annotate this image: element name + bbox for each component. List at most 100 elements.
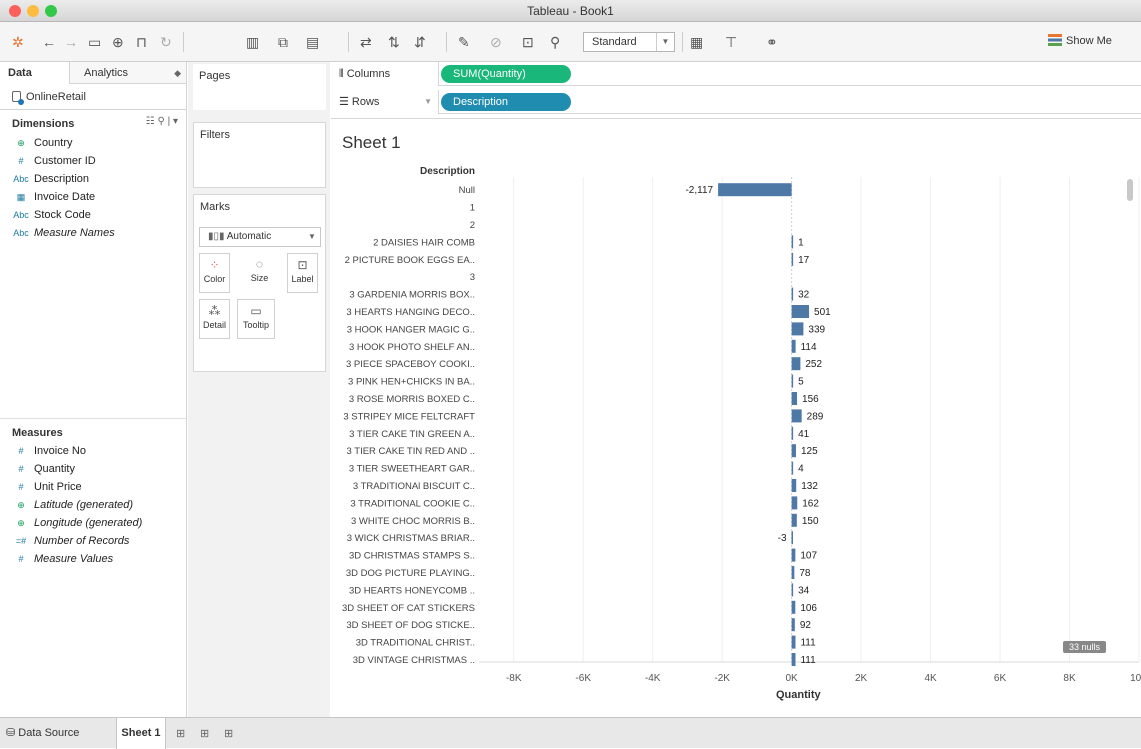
bar — [791, 252, 794, 266]
zoom-window-button[interactable] — [45, 5, 57, 17]
chevron-updown-icon: ◆ — [174, 68, 181, 78]
nulls-indicator[interactable]: 33 nulls — [1063, 641, 1107, 653]
clear-sheet-icon[interactable]: ▤ — [306, 34, 319, 50]
bar — [791, 600, 796, 614]
columns-shelf[interactable]: ⫴ Columns SUM(Quantity) — [331, 62, 1141, 86]
redo-icon[interactable]: → — [64, 34, 78, 50]
duplicate-sheet-icon[interactable]: ⧉ — [278, 34, 288, 50]
undo-icon[interactable]: ← — [42, 34, 56, 50]
save-icon[interactable]: ▭ — [88, 34, 101, 50]
number-type-icon: # — [18, 156, 24, 166]
bar — [791, 461, 794, 475]
new-story-icon[interactable]: ⊞ — [224, 727, 233, 740]
tableau-logo-icon[interactable]: ✲ — [12, 34, 24, 50]
row-header-label: 2 PICTURE BOOK EGGS EA.. — [345, 255, 475, 266]
show-cards-icon[interactable]: ▦ — [690, 34, 703, 50]
cards-pane: Pages Filters Marks ▮▯▮ Automatic ▼ ⁘ Colo… — [188, 62, 330, 717]
measure-field[interactable]: # Invoice No — [0, 442, 186, 460]
datasource-item[interactable]: OnlineRetail — [0, 84, 186, 110]
vertical-scrollbar[interactable] — [1127, 179, 1133, 201]
dimension-field[interactable]: # Customer ID — [0, 152, 186, 170]
measure-field[interactable]: # Unit Price — [0, 478, 186, 496]
pages-card[interactable]: Pages — [193, 64, 326, 110]
x-tick-label: 2K — [855, 673, 868, 684]
measure-field[interactable]: ⊕ Latitude (generated) — [0, 496, 186, 514]
row-header-label: 3 GARDENIA MORRIS BOX.. — [349, 290, 475, 301]
dimension-field-label: Customer ID — [34, 155, 96, 167]
dimension-field-label: Measure Names — [34, 227, 115, 239]
tab-analytics[interactable]: Analytics ◆ — [70, 62, 187, 84]
date-type-icon: ▦ — [16, 192, 26, 202]
mark-type-select[interactable]: ▮▯▮ Automatic ▼ — [199, 227, 321, 247]
tab-data[interactable]: Data — [0, 62, 70, 84]
show-labels-icon[interactable]: ⊡ — [522, 34, 534, 50]
dimensions-list: ⊕ Country # Customer ID Abc Description ▦ Invoi… — [0, 134, 186, 242]
group-icon[interactable]: ⊘ — [490, 34, 502, 50]
new-data-source-icon[interactable]: ⊕ — [112, 34, 124, 50]
rows-pill[interactable]: Description — [441, 93, 571, 111]
measure-field[interactable]: # Quantity — [0, 460, 186, 478]
data-label: 156 — [802, 394, 819, 405]
sort-ascending-icon[interactable]: ⇅ — [388, 34, 400, 50]
string-type-icon: Abc — [13, 174, 29, 184]
fix-axes-icon[interactable]: ⚲ — [550, 34, 560, 50]
tooltip-button[interactable]: ▭ Tooltip — [237, 299, 275, 339]
dimension-field[interactable]: Abc Measure Names — [0, 224, 186, 242]
row-header-label: 2 — [470, 220, 475, 231]
bar — [791, 287, 794, 301]
mark-type-value: Automatic — [226, 231, 272, 242]
detail-button[interactable]: ⁂ Detail — [199, 299, 230, 339]
share-icon[interactable]: ⚭ — [766, 34, 778, 50]
row-header-label: 3 TRADITIONAl BISCUIT C.. — [353, 481, 475, 492]
row-header-label: 3 WHITE CHOC MORRIS B.. — [351, 516, 475, 527]
swap-rows-columns-icon[interactable]: ⇄ — [360, 34, 372, 50]
refresh-icon[interactable]: ↻ — [160, 34, 172, 50]
pages-title: Pages — [199, 70, 231, 82]
measures-list: # Invoice No # Quantity # Unit Price ⊕ Latitude… — [0, 442, 186, 568]
dimension-field-label: Description — [34, 173, 90, 185]
sort-descending-icon[interactable]: ⇵ — [414, 34, 426, 50]
marks-title: Marks — [200, 201, 230, 213]
bar — [791, 374, 794, 388]
globe-type-icon: ⊕ — [17, 518, 25, 528]
filters-card[interactable]: Filters — [193, 122, 326, 188]
sheet-1-tab[interactable]: Sheet 1 — [116, 718, 166, 749]
close-window-button[interactable] — [9, 5, 21, 17]
dimension-field[interactable]: Abc Stock Code — [0, 206, 186, 224]
fit-select[interactable]: Standard ▼ — [583, 32, 675, 52]
label-button[interactable]: ⊡ Label — [287, 253, 318, 293]
dimension-field[interactable]: ⊕ Country — [0, 134, 186, 152]
dimension-field[interactable]: Abc Description — [0, 170, 186, 188]
pause-updates-icon[interactable]: ⊓ — [136, 34, 147, 50]
size-button[interactable]: ◌ Size — [244, 253, 275, 293]
data-label: 150 — [802, 516, 819, 527]
row-header-label: 3 PIECE SPACEBOY COOKI.. — [346, 359, 475, 370]
data-source-tab[interactable]: ⛁ Data Source — [6, 726, 79, 739]
bar — [791, 566, 795, 579]
presentation-mode-icon[interactable]: ⊤ — [725, 34, 737, 50]
x-tick-label: 6K — [994, 673, 1007, 684]
measure-field[interactable]: =# Number of Records — [0, 532, 186, 550]
detail-label: Detail — [202, 320, 226, 330]
data-label: -3 — [778, 533, 787, 544]
dimension-field-label: Invoice Date — [34, 191, 96, 203]
new-dashboard-icon[interactable]: ⊞ — [200, 727, 209, 740]
measure-field[interactable]: # Measure Values — [0, 550, 186, 568]
color-button[interactable]: ⁘ Color — [199, 253, 230, 293]
search-icon[interactable]: ☷ ⚲ | ▾ — [146, 116, 178, 127]
measure-field-label: Measure Values — [34, 553, 114, 565]
minimize-window-button[interactable] — [27, 5, 39, 17]
new-worksheet-icon[interactable]: ⊞ — [176, 727, 185, 740]
row-header-label: 3D HEARTS HONEYCOMB .. — [349, 585, 475, 596]
show-me-button[interactable]: Show Me — [1048, 34, 1112, 47]
bar — [791, 513, 797, 527]
measure-field[interactable]: ⊕ Longitude (generated) — [0, 514, 186, 532]
highlight-icon[interactable]: ✎ — [458, 34, 470, 50]
row-header-label: 3D CHRISTMAS STAMPS S.. — [349, 551, 475, 562]
columns-pill[interactable]: SUM(Quantity) — [441, 65, 571, 83]
row-header-label: 3 HEARTS HANGING DECO.. — [346, 307, 475, 318]
new-worksheet-icon[interactable]: ▥ — [246, 34, 259, 50]
dimension-field[interactable]: ▦ Invoice Date — [0, 188, 186, 206]
bar — [791, 496, 798, 510]
rows-shelf[interactable]: ☰ Rows ▼ Description — [331, 90, 1141, 114]
